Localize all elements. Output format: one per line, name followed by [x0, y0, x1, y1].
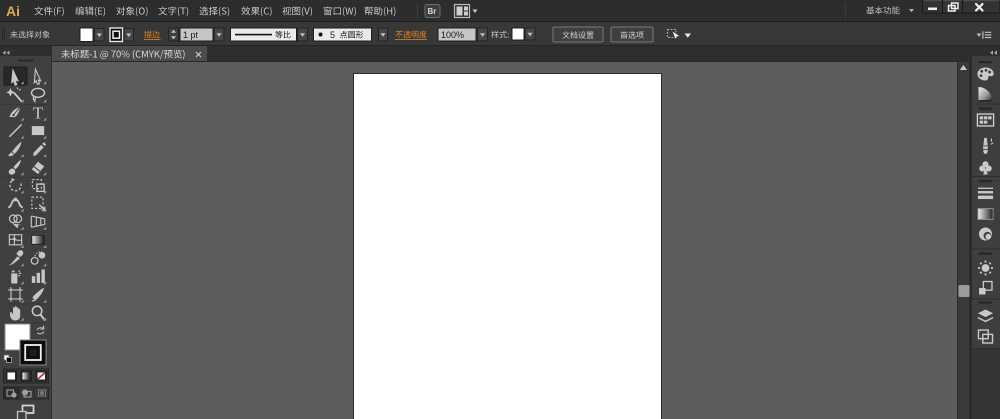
svg-text:1 pt: 1 pt: [183, 30, 199, 40]
svg-text:Ai: Ai: [6, 3, 20, 19]
svg-text:100%: 100%: [441, 30, 464, 40]
svg-text:Br: Br: [428, 7, 437, 16]
svg-text:5: 5: [330, 30, 335, 40]
svg-text:T: T: [33, 104, 43, 123]
